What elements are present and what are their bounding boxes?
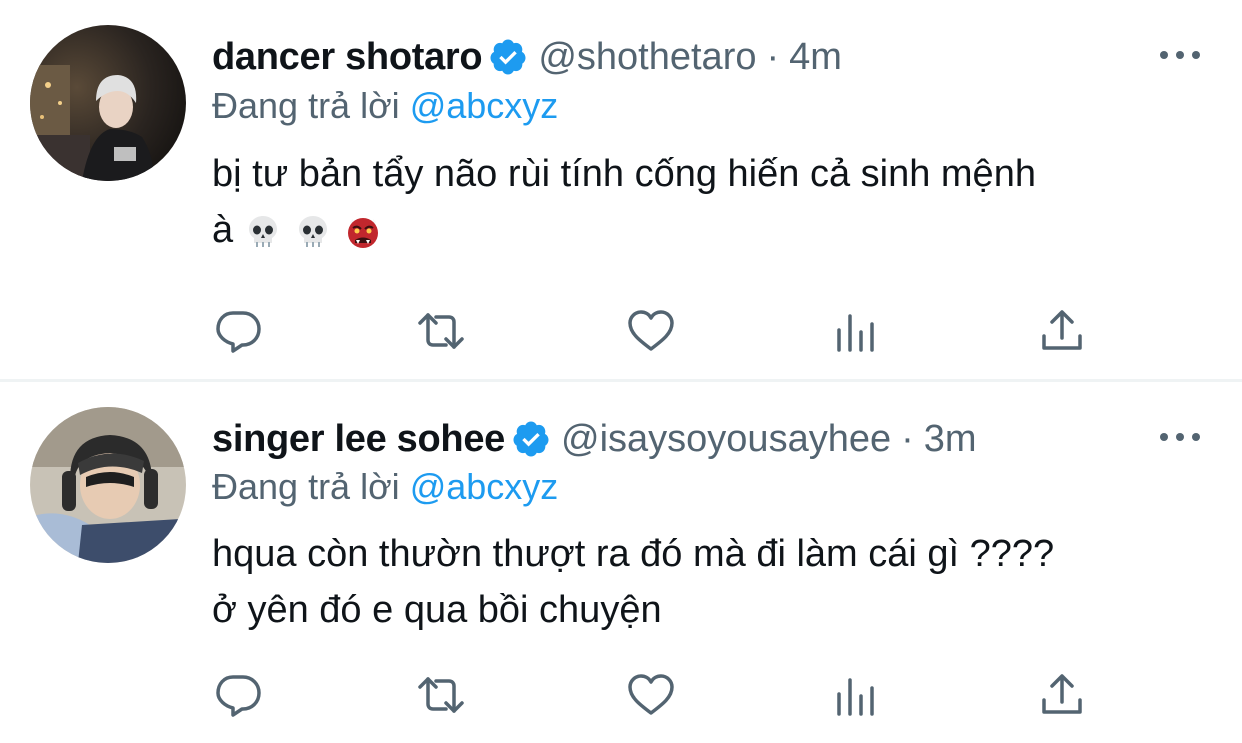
analytics-icon[interactable] — [831, 670, 881, 720]
skull-emoji-icon — [293, 212, 333, 252]
mention-link[interactable]: @abcxyz — [410, 466, 559, 507]
tweet-text-line-with-emoji: à — [212, 202, 1202, 258]
tweet-text-line: à — [212, 209, 234, 251]
verified-badge-icon — [511, 419, 551, 459]
avatar[interactable] — [30, 407, 186, 563]
like-icon[interactable] — [626, 306, 676, 356]
replying-to: Đang trả lời @abcxyz — [212, 464, 558, 510]
tweet-text-line: ở yên đó e qua bồi chuyện — [212, 589, 662, 631]
tweet-text: bị tư bản tẩy não rùi tính cống hiến cả … — [212, 146, 1202, 258]
ogre-emoji-icon — [343, 212, 383, 252]
tweet-text-line: bị tư bản tẩy não rùi tính cống hiến cả … — [212, 153, 1036, 195]
tweet-actions — [0, 306, 1242, 356]
display-name[interactable]: singer lee sohee — [212, 414, 505, 464]
share-icon[interactable] — [1037, 670, 1087, 720]
handle[interactable]: @isaysoyousayhee — [561, 414, 891, 464]
verified-badge-icon — [488, 37, 528, 77]
avatar[interactable] — [30, 25, 186, 181]
mention-link[interactable]: @abcxyz — [410, 85, 559, 126]
separator-dot: · — [766, 36, 780, 78]
handle[interactable]: @shothetaro — [538, 32, 756, 82]
more-options-icon[interactable] — [1160, 45, 1200, 65]
reply-icon[interactable] — [213, 670, 263, 720]
display-name[interactable]: dancer shotaro — [212, 32, 483, 82]
more-options-icon[interactable] — [1160, 427, 1200, 447]
tweet[interactable]: dancer shotaro @shothetaro · 4m Đang trả… — [0, 0, 1242, 379]
share-icon[interactable] — [1037, 306, 1087, 356]
reply-icon[interactable] — [213, 306, 263, 356]
like-icon[interactable] — [626, 670, 676, 720]
analytics-icon[interactable] — [831, 306, 881, 356]
tweet-text: hqua còn thườn thượt ra đó mà đi làm cái… — [212, 526, 1202, 638]
tweet-header: singer lee sohee @isaysoyousayhee · 3m — [212, 414, 977, 464]
skull-emoji-icon — [243, 212, 283, 252]
timestamp[interactable]: 3m — [924, 414, 977, 464]
tweet-text-line: hqua còn thườn thượt ra đó mà đi làm cái… — [212, 533, 1055, 575]
separator-dot: · — [901, 418, 914, 460]
replying-to-label: Đang trả lời — [212, 85, 400, 126]
tweet-header: dancer shotaro @shothetaro · 4m — [212, 32, 842, 82]
timestamp[interactable]: 4m — [789, 32, 842, 82]
retweet-icon[interactable] — [416, 306, 466, 356]
tweet-actions — [0, 670, 1242, 720]
tweet[interactable]: singer lee sohee @isaysoyousayhee · 3m Đ… — [0, 382, 1242, 743]
tweet-feed: dancer shotaro @shothetaro · 4m Đang trả… — [0, 0, 1242, 743]
retweet-icon[interactable] — [416, 670, 466, 720]
replying-to: Đang trả lời @abcxyz — [212, 83, 558, 129]
replying-to-label: Đang trả lời — [212, 466, 400, 507]
